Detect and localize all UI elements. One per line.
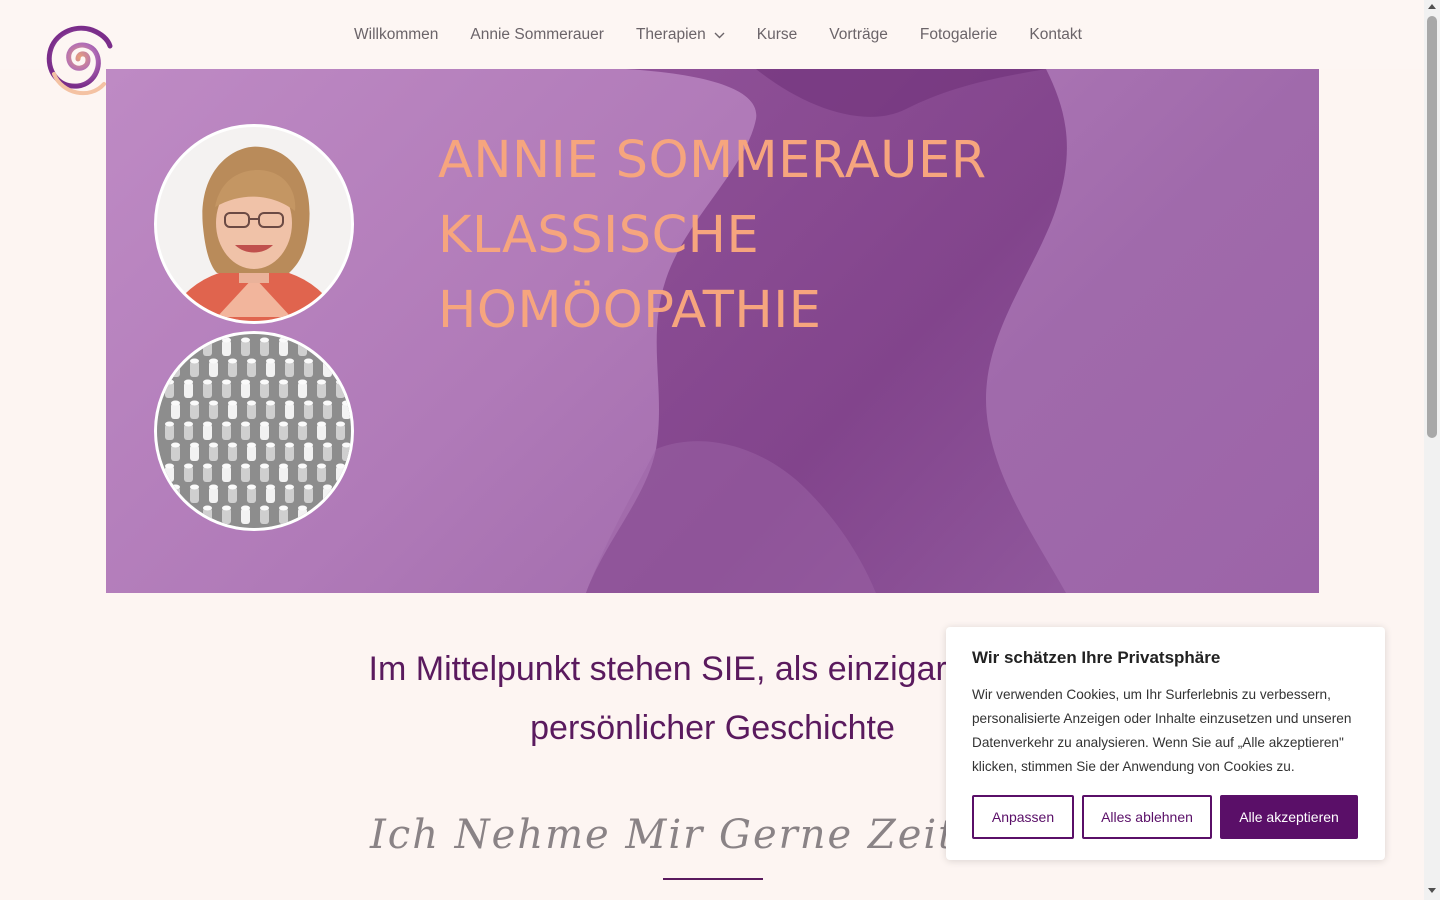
chevron-down-icon	[714, 26, 725, 44]
cookie-consent-banner: Wir schätzen Ihre Privatsphäre Wir verwe…	[946, 627, 1385, 860]
scrollbar-thumb[interactable]	[1427, 16, 1437, 438]
hero-banner: ANNIE SOMMERAUER KLASSISCHE HOMÖOPATHIE	[106, 69, 1319, 593]
reject-all-button[interactable]: Alles ablehnen	[1082, 795, 1212, 839]
hero-title: ANNIE SOMMERAUER KLASSISCHE HOMÖOPATHIE	[438, 123, 1138, 348]
hero-title-line: KLASSISCHE	[438, 206, 760, 265]
nav-item-willkommen[interactable]: Willkommen	[354, 24, 438, 46]
nav-item-label: Kontakt	[1029, 26, 1082, 43]
hero-title-line: ANNIE SOMMERAUER	[438, 131, 987, 190]
nav-item-label: Willkommen	[354, 26, 439, 43]
spiral-logo-icon[interactable]	[40, 14, 116, 104]
scroll-down-arrow-icon[interactable]	[1428, 888, 1436, 893]
nav-item-therapien[interactable]: Therapien	[636, 24, 725, 46]
nav-item-label: Therapien	[635, 26, 706, 43]
site-header: Willkommen Annie Sommerauer Therapien Ku…	[0, 0, 1424, 69]
nav-item-label: Fotogalerie	[919, 26, 998, 43]
cookie-text: Wir verwenden Cookies, um Ihr Surferlebn…	[972, 687, 1352, 774]
accept-all-button[interactable]: Alle akzeptieren	[1220, 795, 1358, 839]
nav-item-label: Vorträge	[829, 26, 888, 43]
customize-button[interactable]: Anpassen	[972, 795, 1074, 839]
main-navigation: Willkommen Annie Sommerauer Therapien Ku…	[338, 24, 1098, 46]
nav-item-kontakt[interactable]: Kontakt	[1029, 24, 1082, 46]
portrait-photo	[154, 124, 354, 324]
nav-item-vortraege[interactable]: Vorträge	[829, 24, 888, 46]
nav-item-fotogalerie[interactable]: Fotogalerie	[920, 24, 998, 46]
hero-title-line: HOMÖOPATHIE	[438, 281, 822, 340]
nav-item-kurse[interactable]: Kurse	[757, 24, 798, 46]
vertical-scrollbar[interactable]	[1424, 0, 1440, 900]
scroll-up-arrow-icon[interactable]	[1428, 4, 1436, 9]
nav-item-label: Annie Sommerauer	[470, 26, 604, 43]
cookie-title: Wir schätzen Ihre Privatsphäre	[972, 648, 1221, 667]
globuli-vials-photo	[154, 331, 354, 531]
nav-item-annie-sommerauer[interactable]: Annie Sommerauer	[470, 24, 604, 46]
nav-item-label: Kurse	[756, 26, 798, 43]
divider	[663, 878, 763, 880]
script-heading: Ich Nehme Mir Gerne Zeit Fü	[370, 812, 1029, 858]
